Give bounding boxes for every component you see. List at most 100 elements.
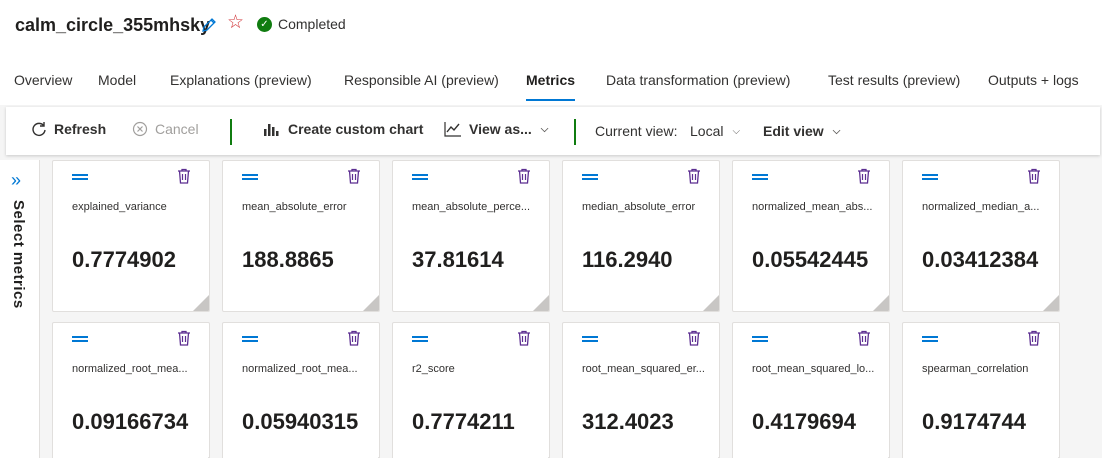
run-title: calm_circle_355mhsky xyxy=(15,15,211,35)
metric-name: normalized_mean_abs... xyxy=(752,201,873,213)
toolbar-divider xyxy=(574,119,576,145)
metric-name: explained_variance xyxy=(72,201,167,213)
tab-data-transformation[interactable]: Data transformation (preview) xyxy=(606,72,790,102)
cancel-button[interactable]: Cancel xyxy=(132,121,199,137)
metric-card[interactable]: spearman_correlation 0.9174744 xyxy=(902,322,1060,458)
metric-card[interactable]: explained_variance 0.7774902 xyxy=(52,160,210,312)
delete-trash-icon[interactable] xyxy=(687,330,701,346)
metric-card[interactable]: normalized_root_mea... 0.09166734 xyxy=(52,322,210,458)
drag-handle-icon[interactable] xyxy=(582,336,598,342)
drag-handle-icon[interactable] xyxy=(412,174,428,180)
tab-outputs-logs[interactable]: Outputs + logs xyxy=(988,72,1079,102)
metric-value: 0.05940315 xyxy=(242,409,359,434)
metric-value: 0.05542445 xyxy=(752,247,869,272)
status-text: Completed xyxy=(278,16,346,32)
metric-name: mean_absolute_error xyxy=(242,201,347,213)
metric-value: 0.4179694 xyxy=(752,409,856,434)
metric-card[interactable]: normalized_median_a... 0.03412384 xyxy=(902,160,1060,312)
metric-card[interactable]: root_mean_squared_lo... 0.4179694 xyxy=(732,322,890,458)
chevron-down-icon: ⌵ xyxy=(540,123,549,135)
drag-handle-icon[interactable] xyxy=(582,174,598,180)
metric-name: root_mean_squared_lo... xyxy=(752,363,875,375)
metric-name: root_mean_squared_er... xyxy=(582,363,705,375)
delete-trash-icon[interactable] xyxy=(1027,330,1041,346)
cancel-label: Cancel xyxy=(155,121,199,137)
resize-handle-icon[interactable] xyxy=(1043,295,1059,311)
drag-handle-icon[interactable] xyxy=(752,174,768,180)
status-badge: ✓ Completed xyxy=(257,16,346,32)
resize-handle-icon[interactable] xyxy=(873,295,889,311)
favorite-star-icon[interactable]: ☆ xyxy=(227,13,244,33)
drag-handle-icon[interactable] xyxy=(72,174,88,180)
metric-card[interactable]: normalized_root_mea... 0.05940315 xyxy=(222,322,380,458)
metric-value: 188.8865 xyxy=(242,247,334,272)
delete-trash-icon[interactable] xyxy=(347,168,361,184)
drag-handle-icon[interactable] xyxy=(242,174,258,180)
delete-trash-icon[interactable] xyxy=(1027,168,1041,184)
metric-card[interactable]: normalized_mean_abs... 0.05542445 xyxy=(732,160,890,312)
metric-value: 0.9174744 xyxy=(922,409,1026,434)
resize-handle-icon[interactable] xyxy=(363,295,379,311)
current-view-label: Current view: xyxy=(595,123,678,139)
drag-handle-icon[interactable] xyxy=(922,174,938,180)
view-as-label: View as... xyxy=(469,121,532,137)
tab-explanations[interactable]: Explanations (preview) xyxy=(170,72,312,102)
resize-handle-icon[interactable] xyxy=(533,295,549,311)
line-chart-icon xyxy=(444,122,461,137)
metric-card[interactable]: mean_absolute_perce... 37.81614 xyxy=(392,160,550,312)
edit-pencil-icon[interactable] xyxy=(200,16,218,34)
current-view-value: Local xyxy=(690,123,724,139)
tab-test-results[interactable]: Test results (preview) xyxy=(828,72,960,102)
metric-card[interactable]: r2_score 0.7774211 xyxy=(392,322,550,458)
edit-view-label: Edit view xyxy=(763,123,824,139)
tab-model[interactable]: Model xyxy=(98,72,136,102)
drag-handle-icon[interactable] xyxy=(242,336,258,342)
chevron-down-icon: ⌵ xyxy=(732,125,741,137)
select-metrics-label: Select metrics xyxy=(10,200,27,309)
delete-trash-icon[interactable] xyxy=(857,330,871,346)
drag-handle-icon[interactable] xyxy=(922,336,938,342)
metric-value: 37.81614 xyxy=(412,247,504,272)
metric-name: mean_absolute_perce... xyxy=(412,201,531,213)
metric-card[interactable]: root_mean_squared_er... 312.4023 xyxy=(562,322,720,458)
metric-name: r2_score xyxy=(412,363,455,375)
delete-trash-icon[interactable] xyxy=(177,330,191,346)
delete-trash-icon[interactable] xyxy=(347,330,361,346)
metric-name: normalized_median_a... xyxy=(922,201,1040,213)
metric-value: 116.2940 xyxy=(582,247,673,272)
refresh-icon xyxy=(32,122,46,136)
delete-trash-icon[interactable] xyxy=(857,168,871,184)
tab-overview[interactable]: Overview xyxy=(14,72,72,102)
refresh-button[interactable]: Refresh xyxy=(31,121,106,137)
delete-trash-icon[interactable] xyxy=(687,168,701,184)
view-as-dropdown[interactable]: View as... ⌵ xyxy=(444,121,548,137)
metric-value: 0.7774902 xyxy=(72,247,176,272)
bar-chart-icon xyxy=(264,124,279,136)
tab-metrics[interactable]: Metrics xyxy=(526,72,576,102)
create-chart-label: Create custom chart xyxy=(288,121,424,137)
create-custom-chart-button[interactable]: Create custom chart xyxy=(263,121,423,137)
drag-handle-icon[interactable] xyxy=(72,336,88,342)
refresh-label: Refresh xyxy=(54,121,107,137)
chevron-down-icon: ⌵ xyxy=(832,125,841,137)
metric-card[interactable]: mean_absolute_error 188.8865 xyxy=(222,160,380,312)
tab-responsible-ai[interactable]: Responsible AI (preview) xyxy=(344,72,499,102)
resize-handle-icon[interactable] xyxy=(703,295,719,311)
metric-value: 0.03412384 xyxy=(922,247,1039,272)
delete-trash-icon[interactable] xyxy=(517,330,531,346)
current-view-dropdown[interactable]: Local ⌵ xyxy=(690,123,740,139)
drag-handle-icon[interactable] xyxy=(412,336,428,342)
expand-chevrons-icon[interactable]: » xyxy=(11,170,21,191)
metric-name: spearman_correlation xyxy=(922,363,1029,375)
toolbar: Refresh Cancel Create custom chart View … xyxy=(6,107,1100,155)
metric-value: 312.4023 xyxy=(582,409,674,434)
metric-card[interactable]: median_absolute_error 116.2940 xyxy=(562,160,720,312)
resize-handle-icon[interactable] xyxy=(193,295,209,311)
delete-trash-icon[interactable] xyxy=(517,168,531,184)
select-metrics-panel[interactable]: » Select metrics xyxy=(0,160,40,458)
delete-trash-icon[interactable] xyxy=(177,168,191,184)
drag-handle-icon[interactable] xyxy=(752,336,768,342)
edit-view-dropdown[interactable]: Edit view ⌵ xyxy=(763,123,840,139)
metric-value: 0.09166734 xyxy=(72,409,189,434)
page-header: calm_circle_355mhsky ☆ ✓ Completed Overv… xyxy=(0,0,1102,105)
